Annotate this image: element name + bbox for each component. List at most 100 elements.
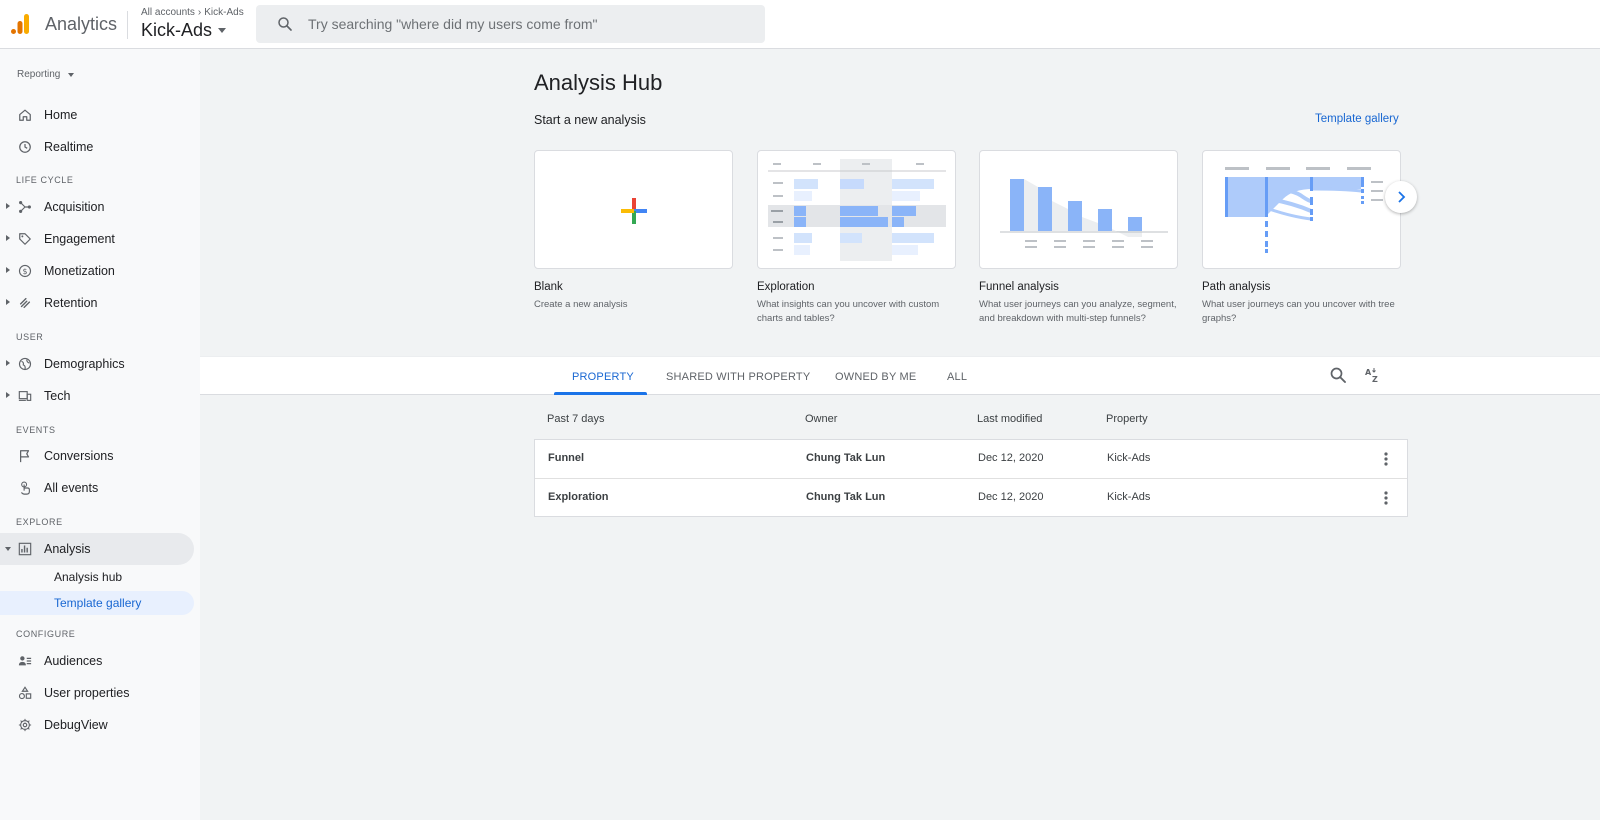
analysis-icon [18,542,32,556]
sidebar-item-analysis[interactable]: Analysis [0,533,194,565]
tag-icon [19,233,31,245]
search-icon[interactable] [1329,366,1347,384]
globe-icon [18,357,32,371]
sidebar-item-label: Demographics [44,357,125,371]
sidebar-subitem-analysis-hub[interactable]: Analysis hub [0,565,194,589]
breadcrumb-account[interactable]: Kick-Ads [204,7,243,18]
exploration-card[interactable] [757,150,956,269]
card-desc-funnel: What user journeys can you analyze, segm… [979,299,1177,324]
sidebar-item-label: Monetization [44,264,115,278]
sidebar-item-label: DebugView [44,718,108,732]
reporting-selector[interactable]: Reporting [17,69,75,80]
sidebar-item-label: User properties [44,686,130,700]
card-title-exploration: Exploration [757,281,815,293]
sidebar-item-engagement[interactable]: Engagement [0,223,194,255]
analysis-owner: Chung Tak Lun [806,491,886,503]
sidebar-item-label: Acquisition [44,200,105,214]
sort-az-icon[interactable]: A Z [1364,366,1382,384]
path-analysis-card[interactable] [1202,150,1401,269]
sidebar-item-label: Conversions [44,449,114,463]
collapse-arrow-icon[interactable] [5,547,11,551]
card-desc-path: What user journeys can you uncover with … [1202,299,1395,324]
expand-arrow-icon[interactable] [6,299,10,305]
blank-analysis-card[interactable] [534,150,733,269]
sidebar-item-label: Analysis [44,542,91,556]
sidebar-subitem-template-gallery[interactable]: Template gallery [0,591,194,615]
breadcrumb-all-accounts[interactable]: All accounts [141,7,195,18]
section-label-events: EVENTS [16,425,56,435]
plus-icon [621,198,647,224]
app-title: Analytics [45,14,118,34]
sidebar-item-monetization[interactable]: $ Monetization [0,255,194,287]
sidebar-subitem-label: Template gallery [54,596,142,610]
template-gallery-link[interactable]: Template gallery [1315,113,1399,125]
search-bar[interactable] [256,5,765,43]
caret-down-icon [218,28,227,33]
flag-icon [20,450,30,463]
magnet-icon [19,297,31,309]
analysis-property: Kick-Ads [1107,452,1151,464]
search-input[interactable] [308,16,728,32]
expand-arrow-icon[interactable] [6,235,10,241]
sidebar-item-demographics[interactable]: Demographics [0,348,194,380]
chevron-right-icon: › [197,7,202,18]
breadcrumb[interactable]: All accounts › Kick-Ads [141,7,244,18]
account-name: Kick-Ads [141,20,213,40]
expand-arrow-icon[interactable] [6,203,10,209]
more-vert-icon[interactable] [1378,451,1394,467]
analysis-modified: Dec 12, 2020 [978,491,1044,503]
chevron-right-icon [1398,191,1406,203]
tab-shared-with-property[interactable]: SHARED WITH PROPERTY [666,357,810,396]
sidebar-item-audiences[interactable]: Audiences [0,645,194,677]
carousel-next-button[interactable] [1385,181,1417,213]
caret-down-icon [68,72,75,77]
analysis-owner: Chung Tak Lun [806,452,886,464]
sidebar-item-tech[interactable]: Tech [0,380,194,412]
expand-arrow-icon[interactable] [6,392,10,398]
expand-arrow-icon[interactable] [6,267,10,273]
svg-text:A: A [1365,368,1372,377]
sidebar-item-home[interactable]: Home [0,99,194,131]
section-label-explore: EXPLORE [16,517,63,527]
svg-text:$: $ [22,267,27,276]
sidebar-item-retention[interactable]: Retention [0,287,194,319]
tab-bar: PROPERTY SHARED WITH PROPERTY OWNED BY M… [200,356,1600,395]
sidebar-item-realtime[interactable]: Realtime [0,131,194,163]
tab-all[interactable]: ALL [947,357,967,396]
sidebar-item-user-properties[interactable]: User properties [0,677,194,709]
card-desc-blank: Create a new analysis [534,299,628,310]
page-title: Analysis Hub [534,70,663,95]
bug-icon [18,718,32,732]
column-header-name[interactable]: Past 7 days [547,413,604,425]
column-header-owner[interactable]: Owner [805,413,837,425]
column-header-last-modified[interactable]: Last modified [977,413,1042,425]
analysis-name[interactable]: Exploration [548,491,609,503]
table-row[interactable]: Exploration Chung Tak Lun Dec 12, 2020 K… [535,478,1407,516]
analysis-name[interactable]: Funnel [548,452,584,464]
expand-arrow-icon[interactable] [6,360,10,366]
audience-icon [18,656,32,666]
sidebar: Reporting Home Realtime LIFE CYCLE Acqui… [0,49,200,820]
sidebar-subitem-label: Analysis hub [54,570,123,584]
tab-property[interactable]: PROPERTY [572,357,634,396]
account-selector[interactable]: Kick-Ads [141,20,227,41]
section-label-user: USER [16,332,44,342]
sidebar-item-label: Retention [44,296,98,310]
sidebar-item-acquisition[interactable]: Acquisition [0,191,194,223]
section-label-lifecycle: LIFE CYCLE [16,175,74,185]
search-icon [278,17,292,31]
reporting-label: Reporting [17,69,61,80]
sidebar-item-conversions[interactable]: Conversions [0,440,194,472]
card-title-funnel: Funnel analysis [979,281,1059,293]
tab-owned-by-me[interactable]: OWNED BY ME [835,357,916,396]
sidebar-item-all-events[interactable]: All events [0,472,194,504]
funnel-analysis-card[interactable] [979,150,1178,269]
more-vert-icon[interactable] [1378,490,1394,506]
column-header-property[interactable]: Property [1106,413,1148,425]
analysis-table: Funnel Chung Tak Lun Dec 12, 2020 Kick-A… [534,439,1408,517]
analysis-modified: Dec 12, 2020 [978,452,1044,464]
sidebar-item-label: Engagement [44,232,115,246]
table-row[interactable]: Funnel Chung Tak Lun Dec 12, 2020 Kick-A… [535,440,1407,478]
analytics-logo-icon[interactable] [8,12,32,36]
sidebar-item-debugview[interactable]: DebugView [0,709,194,741]
